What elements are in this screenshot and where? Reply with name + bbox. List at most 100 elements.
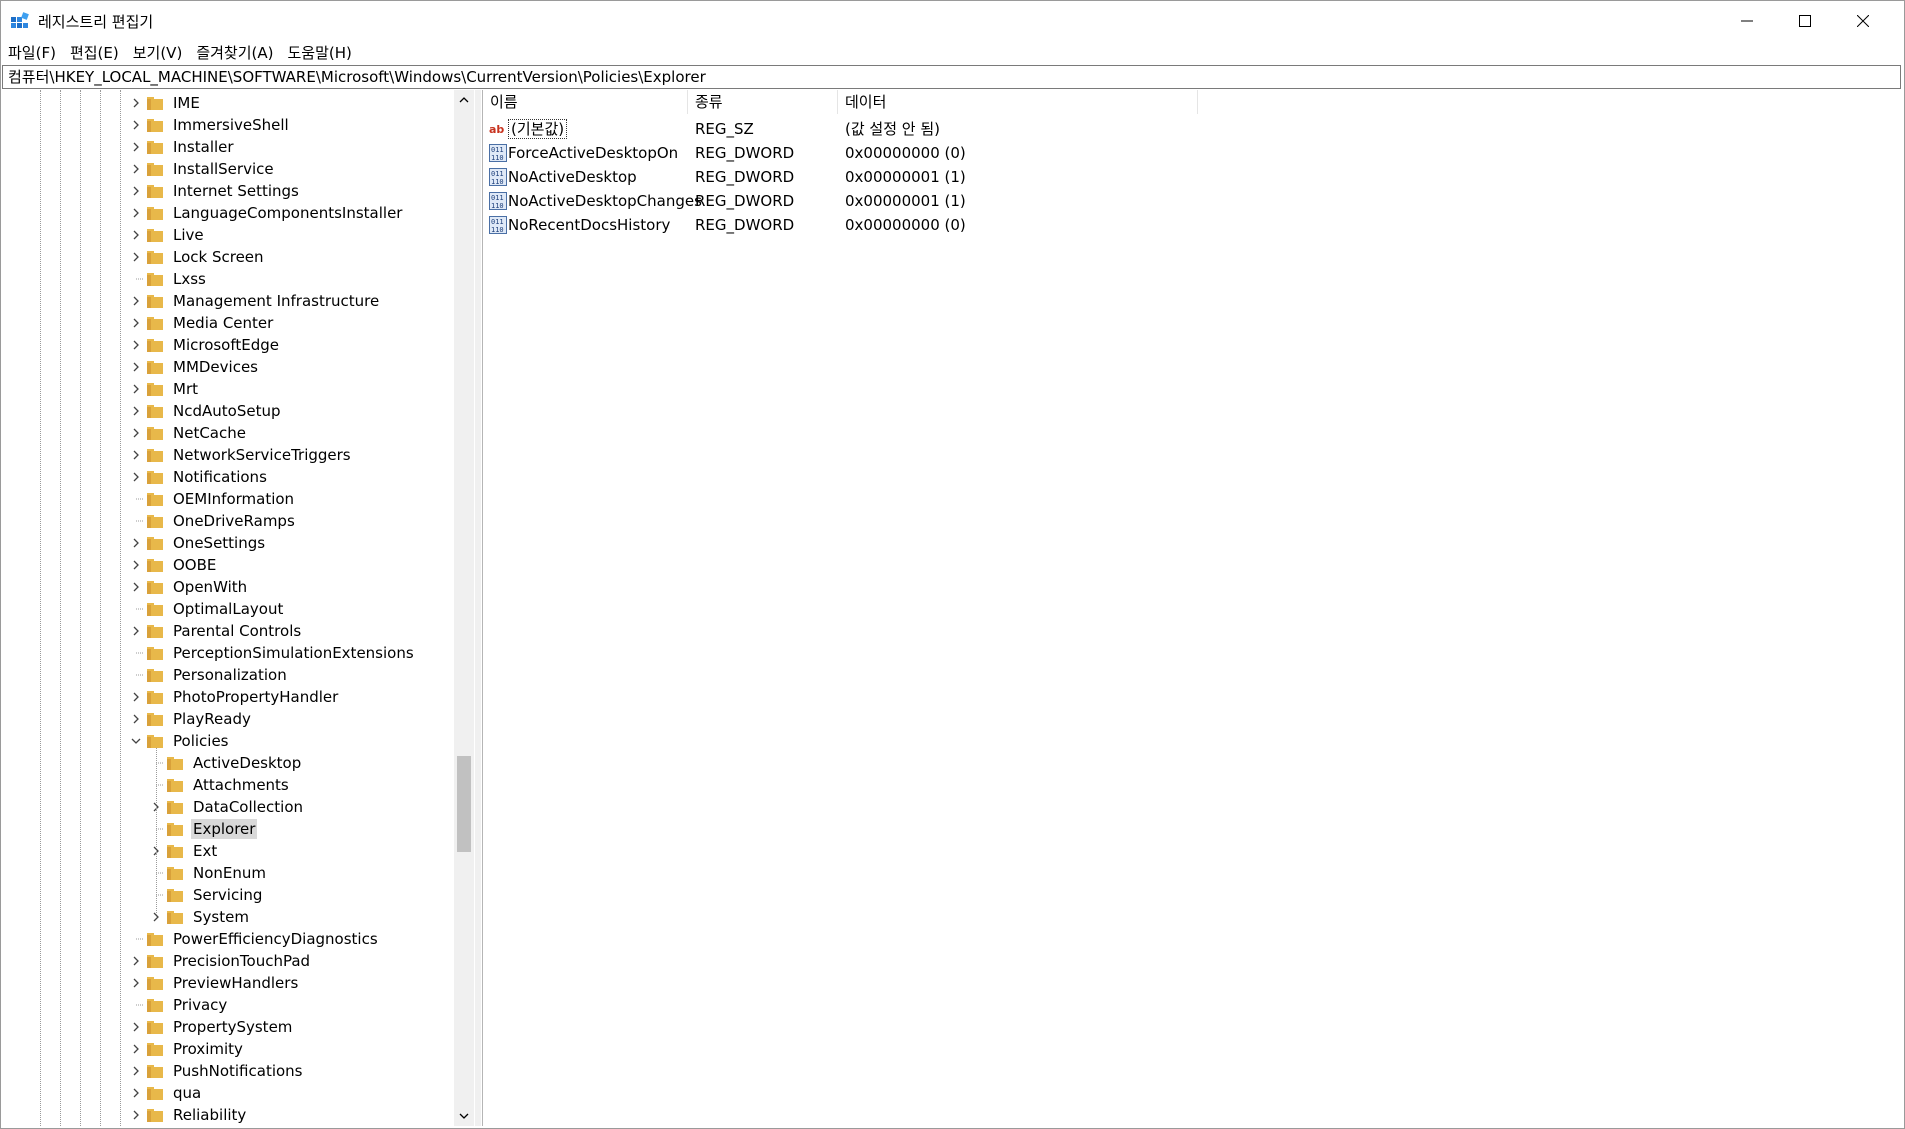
tree-item[interactable]: Installer [129, 136, 236, 158]
tree-item[interactable]: OneDriveRamps [129, 510, 297, 532]
expand-button[interactable] [129, 114, 143, 136]
menu-view[interactable]: 보기(V) [126, 41, 190, 65]
expand-button[interactable] [129, 92, 143, 114]
tree-item[interactable]: Policies [129, 730, 230, 752]
expand-button[interactable] [129, 202, 143, 224]
values-list[interactable]: 이름 종류 데이터 ab (기본값) REG_SZ (값 설정 안 됨) 011… [482, 90, 1904, 1126]
tree-item[interactable]: Lxss [129, 268, 208, 290]
expand-button[interactable] [129, 972, 143, 994]
tree-item[interactable]: MMDevices [129, 356, 260, 378]
tree-item[interactable]: Reliability [129, 1104, 248, 1126]
tree-item[interactable]: PerceptionSimulationExtensions [129, 642, 416, 664]
expand-button[interactable] [129, 620, 143, 642]
expand-button[interactable] [129, 554, 143, 576]
expand-button[interactable] [129, 312, 143, 334]
expand-button[interactable] [129, 422, 143, 444]
tree-vertical-scrollbar[interactable] [454, 90, 474, 1126]
expand-button[interactable] [129, 532, 143, 554]
tree-item[interactable]: OOBE [129, 554, 218, 576]
expand-button[interactable] [129, 1104, 143, 1126]
expand-button[interactable] [129, 1038, 143, 1060]
tree-item[interactable]: ImmersiveShell [129, 114, 291, 136]
tree-item[interactable]: OpenWith [129, 576, 249, 598]
expand-button[interactable] [129, 290, 143, 312]
address-bar[interactable]: 컴퓨터\HKEY_LOCAL_MACHINE\SOFTWARE\Microsof… [2, 65, 1901, 89]
expand-button[interactable] [129, 400, 143, 422]
tree-item[interactable]: MicrosoftEdge [129, 334, 281, 356]
tree-item[interactable]: Privacy [129, 994, 229, 1016]
expand-button[interactable] [129, 950, 143, 972]
tree-item[interactable]: Attachments [149, 774, 291, 796]
maximize-button[interactable] [1776, 1, 1834, 41]
column-header-name[interactable]: 이름 [483, 90, 688, 114]
close-button[interactable] [1834, 1, 1892, 41]
tree-item[interactable]: NonEnum [149, 862, 268, 884]
column-header-data[interactable]: 데이터 [838, 90, 1198, 114]
tree-item[interactable]: Parental Controls [129, 620, 303, 642]
tree-item[interactable]: Management Infrastructure [129, 290, 381, 312]
minimize-button[interactable] [1718, 1, 1776, 41]
tree-item[interactable]: NetCache [129, 422, 248, 444]
tree-item[interactable]: NetworkServiceTriggers [129, 444, 353, 466]
menu-favorites[interactable]: 즐겨찾기(A) [189, 41, 280, 65]
title-bar[interactable]: 레지스트리 편집기 [1, 1, 1904, 41]
tree-item[interactable]: Internet Settings [129, 180, 301, 202]
tree-item[interactable]: Ext [149, 840, 219, 862]
expand-button[interactable] [129, 136, 143, 158]
tree-item[interactable]: Notifications [129, 466, 269, 488]
menu-edit[interactable]: 편집(E) [63, 41, 126, 65]
expand-button[interactable] [129, 246, 143, 268]
list-row[interactable]: 011 110 ForceActiveDesktopOn REG_DWORD 0… [483, 141, 1383, 165]
list-row[interactable]: 011 110 NoActiveDesktopChanges REG_DWORD… [483, 189, 1383, 213]
expand-button[interactable] [129, 1082, 143, 1104]
tree-item[interactable]: Personalization [129, 664, 289, 686]
tree-item[interactable]: Explorer [149, 818, 258, 840]
expand-button[interactable] [129, 576, 143, 598]
tree-item[interactable]: NcdAutoSetup [129, 400, 282, 422]
tree-item[interactable]: Lock Screen [129, 246, 266, 268]
expand-button[interactable] [129, 180, 143, 202]
expand-button[interactable] [129, 158, 143, 180]
list-row[interactable]: 011 110 NoActiveDesktop REG_DWORD 0x0000… [483, 165, 1383, 189]
scroll-up-button[interactable] [454, 90, 474, 110]
tree-item[interactable]: ActiveDesktop [149, 752, 303, 774]
tree-item[interactable]: PropertySystem [129, 1016, 294, 1038]
scroll-down-button[interactable] [454, 1106, 474, 1126]
tree-item[interactable]: Media Center [129, 312, 275, 334]
menu-file[interactable]: 파일(F) [1, 41, 63, 65]
list-row[interactable]: ab (기본값) REG_SZ (값 설정 안 됨) [483, 117, 1383, 141]
expand-button[interactable] [129, 378, 143, 400]
tree-item[interactable]: LanguageComponentsInstaller [129, 202, 404, 224]
tree-item[interactable]: qua [129, 1082, 203, 1104]
expand-button[interactable] [129, 1016, 143, 1038]
expand-button[interactable] [129, 686, 143, 708]
expand-button[interactable] [129, 334, 143, 356]
tree-item[interactable]: System [149, 906, 251, 928]
tree-item[interactable]: PlayReady [129, 708, 253, 730]
tree-item[interactable]: OneSettings [129, 532, 267, 554]
tree-item[interactable]: PhotoPropertyHandler [129, 686, 340, 708]
collapse-button[interactable] [129, 730, 143, 752]
tree-item[interactable]: Proximity [129, 1038, 245, 1060]
registry-key-tree[interactable]: IME ImmersiveShell Installer InstallService… [4, 90, 476, 1126]
tree-item[interactable]: OptimalLayout [129, 598, 285, 620]
tree-item[interactable]: PreviewHandlers [129, 972, 300, 994]
scroll-thumb[interactable] [457, 756, 471, 852]
menu-help[interactable]: 도움말(H) [280, 41, 358, 65]
tree-item[interactable]: PowerEfficiencyDiagnostics [129, 928, 380, 950]
expand-button[interactable] [129, 356, 143, 378]
tree-item[interactable]: PushNotifications [129, 1060, 305, 1082]
tree-item[interactable]: PrecisionTouchPad [129, 950, 312, 972]
tree-item[interactable]: Mrt [129, 378, 200, 400]
expand-button[interactable] [129, 1060, 143, 1082]
expand-button[interactable] [129, 466, 143, 488]
tree-item[interactable]: Servicing [149, 884, 264, 906]
tree-item[interactable]: InstallService [129, 158, 276, 180]
pane-splitter[interactable] [475, 90, 481, 1126]
tree-item[interactable]: IME [129, 92, 202, 114]
tree-item[interactable]: Live [129, 224, 206, 246]
tree-item[interactable]: OEMInformation [129, 488, 296, 510]
column-header-type[interactable]: 종류 [688, 90, 838, 114]
tree-item[interactable]: DataCollection [149, 796, 305, 818]
expand-button[interactable] [129, 444, 143, 466]
